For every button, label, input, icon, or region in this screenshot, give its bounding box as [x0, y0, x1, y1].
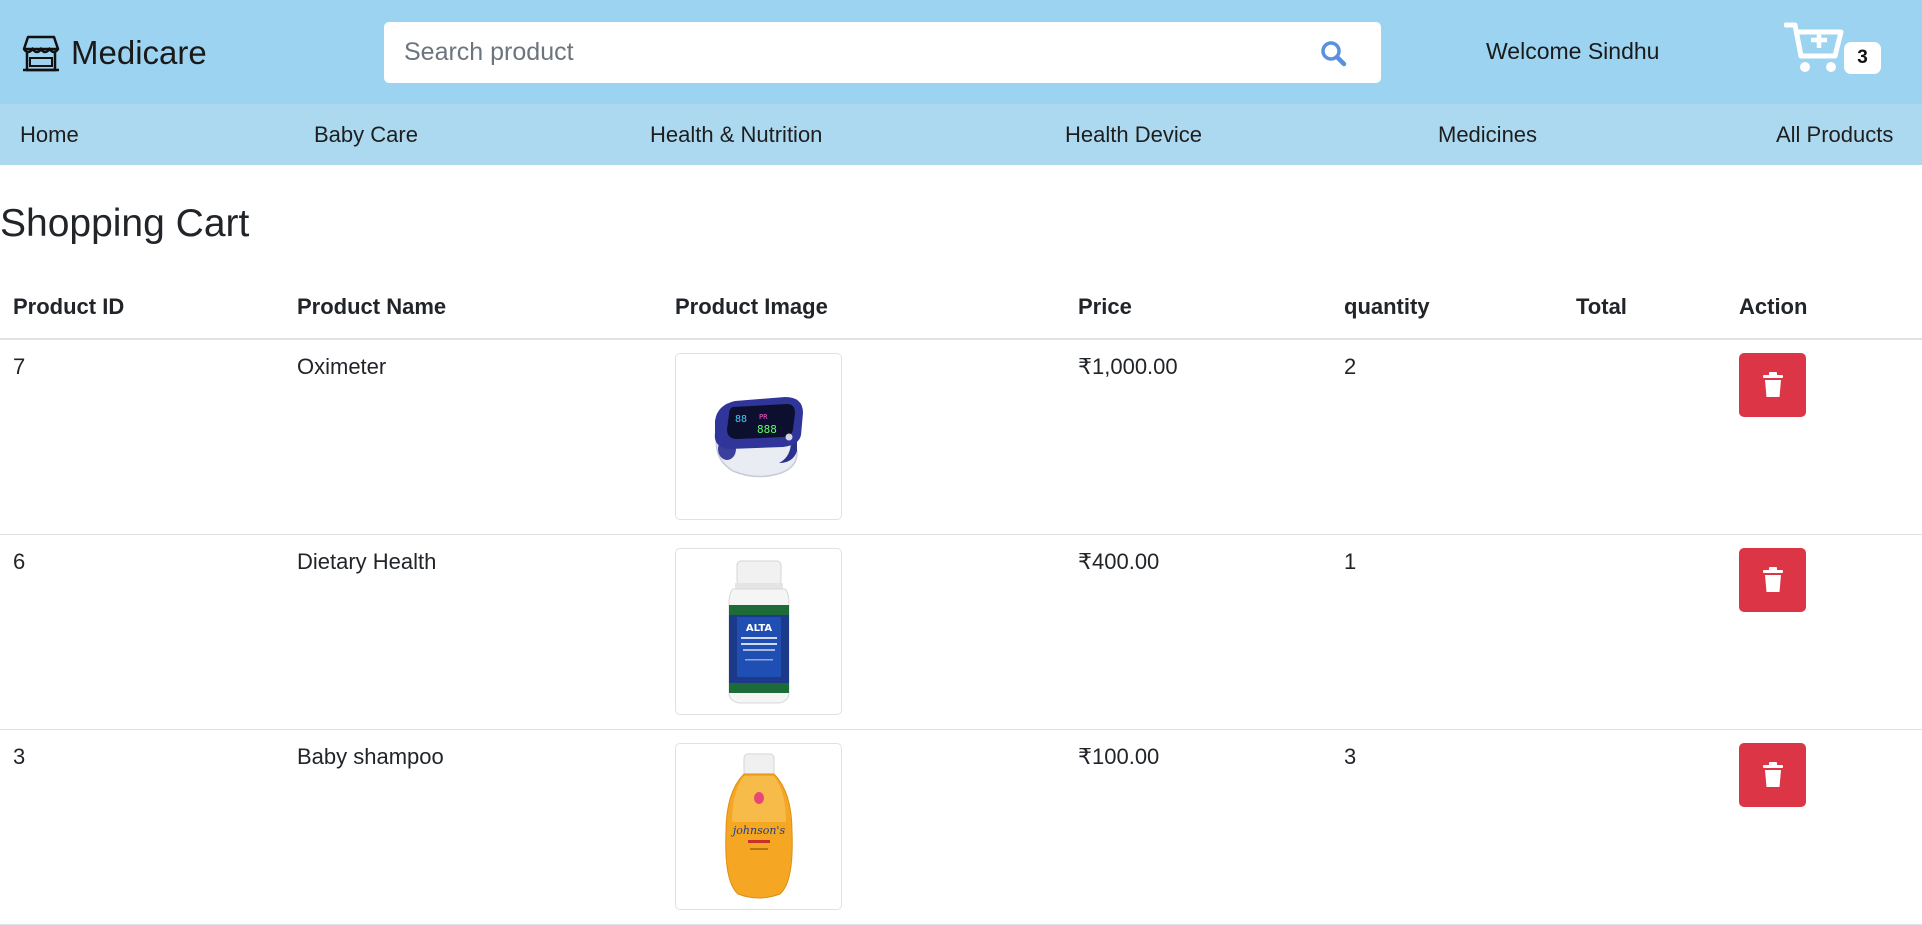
product-name: Oximeter — [297, 354, 387, 379]
nav-item-medicines[interactable]: Medicines — [1438, 122, 1537, 148]
product-quantity: 2 — [1344, 354, 1357, 379]
search-bar — [384, 22, 1381, 83]
trash-icon — [1762, 567, 1783, 592]
supplement-bottle-image: ALTA — [728, 560, 789, 703]
search-input[interactable] — [384, 22, 1304, 83]
welcome-message: Welcome Sindhu — [1486, 38, 1660, 64]
nav-item-baby-care[interactable]: Baby Care — [314, 122, 418, 148]
header-product-name: Product Name — [297, 294, 447, 319]
category-nav: Home Baby Care Health & Nutrition Health… — [0, 104, 1922, 165]
store-icon — [22, 35, 60, 72]
nav-item-health-nutrition[interactable]: Health & Nutrition — [650, 122, 822, 148]
table-row: 7 Oximeter 88 PR 888 ₹1,000.00 2 — [0, 340, 1922, 535]
product-quantity: 3 — [1344, 744, 1357, 769]
delete-item-button[interactable] — [1739, 548, 1806, 612]
product-price: ₹400.00 — [1078, 549, 1160, 574]
cart-button[interactable]: 3 — [1784, 20, 1884, 82]
trash-icon — [1762, 762, 1783, 787]
header-price: Price — [1078, 294, 1132, 319]
delete-item-button[interactable] — [1739, 743, 1806, 807]
cart-count-badge: 3 — [1844, 42, 1881, 74]
svg-text:johnson's: johnson's — [729, 824, 785, 837]
table-header: Product ID Product Name Product Image Pr… — [0, 280, 1922, 340]
product-id: 6 — [13, 549, 26, 574]
top-header: Medicare Welcome Sindhu 3 — [0, 0, 1922, 104]
product-price: ₹100.00 — [1078, 744, 1160, 769]
oximeter-image: 88 PR 888 — [714, 396, 803, 477]
product-name: Dietary Health — [297, 549, 437, 574]
brand-name: Medicare — [71, 34, 207, 71]
nav-item-all-products[interactable]: All Products — [1776, 122, 1893, 148]
brand[interactable]: Medicare — [18, 30, 207, 76]
nav-item-home[interactable]: Home — [20, 122, 79, 148]
product-price: ₹1,000.00 — [1078, 354, 1178, 379]
header-quantity: quantity — [1344, 294, 1430, 319]
cart-table: Product ID Product Name Product Image Pr… — [0, 280, 1922, 925]
cart-plus-icon — [1784, 22, 1844, 72]
table-row: 3 Baby shampoo johnson's ₹100.00 3 — [0, 730, 1922, 925]
product-image-frame: 88 PR 888 — [675, 353, 842, 520]
product-image-frame: ALTA — [675, 548, 842, 715]
svg-text:888: 888 — [757, 423, 777, 436]
header-product-image: Product Image — [675, 294, 828, 319]
product-id: 3 — [13, 744, 26, 769]
header-action: Action — [1739, 294, 1808, 319]
trash-icon — [1762, 372, 1783, 397]
product-image-frame: johnson's — [675, 743, 842, 910]
delete-item-button[interactable] — [1739, 353, 1806, 417]
table-row: 6 Dietary Health ALTA ₹400.00 1 — [0, 535, 1922, 730]
svg-text:ALTA: ALTA — [745, 623, 772, 634]
shampoo-bottle-image: johnson's — [724, 753, 793, 898]
svg-text:88: 88 — [735, 414, 747, 425]
page-title: Shopping Cart — [0, 202, 250, 245]
header-total: Total — [1576, 294, 1627, 319]
header-product-id: Product ID — [13, 294, 125, 319]
search-icon[interactable] — [1318, 38, 1350, 70]
nav-item-health-device[interactable]: Health Device — [1065, 122, 1202, 148]
product-id: 7 — [13, 354, 26, 379]
product-name: Baby shampoo — [297, 744, 444, 769]
product-quantity: 1 — [1344, 549, 1357, 574]
svg-text:PR: PR — [759, 413, 768, 421]
